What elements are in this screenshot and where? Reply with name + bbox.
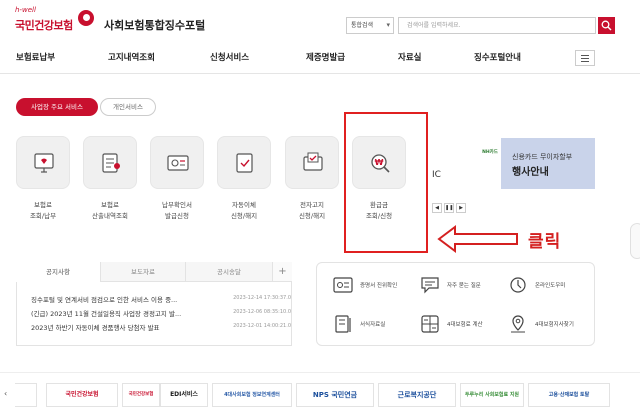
nhis-logo[interactable]: 국민건강보험 xyxy=(15,17,73,33)
service-label: 전자고지 신청/해지 xyxy=(298,201,326,220)
tab-press[interactable]: 보도자료 xyxy=(101,262,186,282)
partner-link[interactable]: 4대사회보험 정보연계센터 xyxy=(212,383,292,407)
left-arrow-annotation-icon xyxy=(437,225,518,253)
quick-link-label: 서식자료실 xyxy=(360,322,386,328)
service-auto-transfer[interactable]: 자동이체 신청/해지 xyxy=(217,136,271,222)
notice-title[interactable]: (긴급) 2023년 11월 건설일용직 사업장 경정고지 발... xyxy=(31,308,227,318)
quick-link-label: 증명서 진위확인 xyxy=(360,283,398,289)
partner-link[interactable]: 국민건강보험 xyxy=(46,383,118,407)
quick-link-calculator[interactable]: 4대보험료 계산 xyxy=(420,315,500,333)
e-notice-icon xyxy=(303,152,323,171)
quick-link-faq[interactable]: 자주 묻는 질문 xyxy=(420,276,500,294)
search-scope-select[interactable]: 통합검색 xyxy=(346,17,394,34)
banner-subtitle: 신용카드 무이자할부 xyxy=(512,153,573,161)
online-helper-icon xyxy=(510,277,526,293)
side-scroll-handle[interactable] xyxy=(630,223,640,259)
search-icon xyxy=(601,20,612,31)
partner-link[interactable] xyxy=(15,383,37,407)
nh-card-logo: NH카드 xyxy=(482,150,498,155)
nav-item-library[interactable]: 자료실 xyxy=(398,51,421,63)
quick-link-branch-finder[interactable]: 4대보험지사찾기 xyxy=(508,315,592,333)
main-nav: 보험료납부 고지내역조회 신청서비스 제증명발급 자료실 징수포털안내 xyxy=(0,47,640,69)
partner-link[interactable]: 국민건강보험 xyxy=(122,383,160,407)
calculator-icon xyxy=(421,315,439,333)
logo-tagline: h-well xyxy=(15,6,36,14)
service-premium-inquiry[interactable]: 보험료 조회/납부 xyxy=(16,136,70,222)
service-label: 자동이체 신청/해지 xyxy=(230,201,258,220)
partner-link[interactable]: 두루누리 사회보험료 지원 xyxy=(460,383,524,407)
certificate-icon xyxy=(167,155,189,171)
notice-date: 2023-12-14 17:30:37.0 xyxy=(233,295,291,301)
faq-chat-icon xyxy=(421,277,439,294)
highlight-box xyxy=(344,112,428,253)
slide-next-button[interactable]: ▶ xyxy=(456,203,466,213)
slide-prev-button[interactable]: ◀ xyxy=(432,203,442,213)
auto-transfer-icon xyxy=(236,153,253,173)
list-item[interactable]: 2023년 하반기 자동이체 경품행사 당첨자 발표 2023-12-01 14… xyxy=(31,322,291,334)
tab-business-services[interactable]: 사업장 주요 서비스 xyxy=(16,98,98,116)
nav-item-notice-inquiry[interactable]: 고지내역조회 xyxy=(108,51,155,63)
list-item[interactable]: (긴급) 2023년 11월 건설일용직 사업장 경정고지 발... 2023-… xyxy=(31,308,291,320)
quick-link-forms[interactable]: 서식자료실 xyxy=(333,315,413,333)
tab-notices[interactable]: 공지사항 xyxy=(16,262,101,282)
quick-link-label: 4대보험지사찾기 xyxy=(535,322,574,328)
notice-title[interactable]: 징수포털 및 연계서비 점검으로 인한 서비스 이용 중... xyxy=(31,294,227,304)
location-pin-icon xyxy=(511,315,525,333)
quick-link-label: 4대보험료 계산 xyxy=(447,322,483,328)
service-payment-certificate[interactable]: 납부확인서 발급신청 xyxy=(150,136,204,222)
quick-link-online-helper[interactable]: 온라인도우미 xyxy=(508,276,588,294)
hamburger-menu-icon[interactable] xyxy=(575,50,595,66)
service-label: 보험료 조회/납부 xyxy=(29,201,57,220)
notice-title[interactable]: 2023년 하반기 자동이체 경품행사 당첨자 발표 xyxy=(31,322,227,332)
tab-public-delivery[interactable]: 공시송달 xyxy=(186,262,272,282)
notice-date: 2023-12-06 08:35:10.0 xyxy=(233,309,291,315)
quick-links-panel xyxy=(316,262,595,346)
click-annotation-text: 클릭 xyxy=(528,232,562,252)
quick-link-label: 자주 묻는 질문 xyxy=(447,283,481,289)
service-card[interactable] xyxy=(285,136,339,189)
partner-link[interactable]: 고용·산재보험 토탈 xyxy=(528,383,610,407)
search-input[interactable]: 검색어를 입력하세요. xyxy=(398,17,596,34)
service-calc-detail[interactable]: 보험료 산출내역조회 xyxy=(83,136,137,222)
invoice-icon xyxy=(102,153,120,173)
banner-title: 행사안내 xyxy=(512,167,549,178)
notices-more-button[interactable]: + xyxy=(272,262,292,282)
service-e-notice[interactable]: 전자고지 신청/해지 xyxy=(285,136,339,222)
partner-divider xyxy=(0,372,640,373)
portal-title[interactable]: 사회보험통합징수포털 xyxy=(104,17,205,33)
quick-link-label: 온라인도우미 xyxy=(535,283,566,289)
document-monitor-icon xyxy=(34,153,54,173)
quick-link-certificate-check[interactable]: 증명서 진위확인 xyxy=(333,276,413,294)
service-card[interactable] xyxy=(83,136,137,189)
partial-service-text: IC xyxy=(432,170,441,180)
nav-item-portal-guide[interactable]: 징수포털안내 xyxy=(474,51,521,63)
partner-link[interactable]: NPS 국민연금 xyxy=(296,383,374,407)
nav-divider xyxy=(0,73,640,74)
slide-pause-button[interactable]: ❚❚ xyxy=(444,203,454,213)
service-card[interactable] xyxy=(150,136,204,189)
notice-date: 2023-12-01 14:00:21.0 xyxy=(233,323,291,329)
partner-prev-button[interactable]: ‹ xyxy=(4,389,7,398)
list-item[interactable]: 징수포털 및 연계서비 점검으로 인한 서비스 이용 중... 2023-12-… xyxy=(31,294,291,306)
nav-item-certificate[interactable]: 제증명발급 xyxy=(306,51,345,63)
service-card[interactable] xyxy=(217,136,271,189)
partner-link[interactable]: EDI서비스 xyxy=(160,383,208,407)
service-label: 보험료 산출내역조회 xyxy=(92,201,128,220)
service-label: 납부확인서 발급신청 xyxy=(162,201,192,220)
tab-personal-services[interactable]: 개인서비스 xyxy=(100,98,156,116)
nav-item-premium-payment[interactable]: 보험료납부 xyxy=(16,51,55,63)
certificate-check-icon xyxy=(333,277,353,293)
service-card[interactable] xyxy=(16,136,70,189)
nhis-logo-mark-icon xyxy=(78,10,94,26)
partner-link[interactable]: 근로복지공단 xyxy=(378,383,456,407)
nav-item-application[interactable]: 신청서비스 xyxy=(210,51,249,63)
form-library-icon xyxy=(335,315,351,333)
search-button[interactable] xyxy=(598,17,615,34)
